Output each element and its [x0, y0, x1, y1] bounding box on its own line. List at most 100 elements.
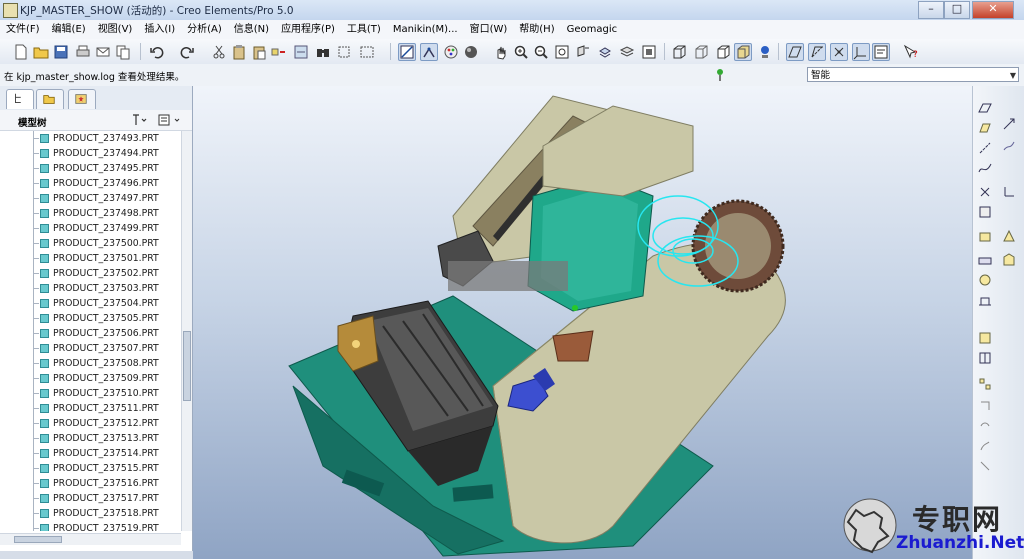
tree-item[interactable]: PRODUCT_237504.PRT: [0, 296, 180, 311]
tree-item[interactable]: PRODUCT_237493.PRT: [0, 131, 180, 146]
paste-special-icon[interactable]: [250, 43, 268, 61]
tree-settings-button[interactable]: [130, 113, 150, 127]
menu-info[interactable]: 信息(N): [228, 20, 275, 39]
tree-item[interactable]: PRODUCT_237510.PRT: [0, 386, 180, 401]
view-manager-icon[interactable]: [640, 43, 658, 61]
zoom-out-icon[interactable]: [532, 43, 550, 61]
draft-icon[interactable]: [977, 330, 993, 346]
select-icon[interactable]: [336, 43, 354, 61]
cut-icon[interactable]: [210, 43, 228, 61]
tab-favorites[interactable]: [68, 89, 96, 109]
hidden-line-icon[interactable]: [692, 43, 710, 61]
paste-icon[interactable]: [230, 43, 248, 61]
extrude-icon[interactable]: [977, 228, 993, 244]
curve-icon[interactable]: [977, 160, 993, 176]
menu-geomagic[interactable]: Geomagic: [561, 20, 624, 39]
tree-item[interactable]: PRODUCT_237513.PRT: [0, 431, 180, 446]
close-button[interactable]: ✕: [972, 1, 1014, 19]
menu-applications[interactable]: 应用程序(P): [275, 20, 341, 39]
tree-item[interactable]: PRODUCT_237516.PRT: [0, 476, 180, 491]
tree-item[interactable]: PRODUCT_237506.PRT: [0, 326, 180, 341]
trim-icon[interactable]: [977, 438, 993, 454]
find-icon[interactable]: [314, 43, 332, 61]
3d-assembly-model[interactable]: [193, 86, 972, 559]
coordinate-system-icon[interactable]: [852, 43, 870, 61]
email-icon[interactable]: [94, 43, 112, 61]
zoom-in-icon[interactable]: [512, 43, 530, 61]
menu-view[interactable]: 视图(V): [92, 20, 139, 39]
tree-item[interactable]: PRODUCT_237511.PRT: [0, 401, 180, 416]
orient-icon[interactable]: [574, 43, 592, 61]
pan-icon[interactable]: [492, 43, 510, 61]
menu-edit[interactable]: 编辑(E): [46, 20, 92, 39]
tree-horizontal-scrollbar[interactable]: [0, 533, 181, 545]
point-icon[interactable]: [977, 184, 993, 200]
menu-file[interactable]: 文件(F): [0, 20, 46, 39]
sketch-curve-icon[interactable]: [1001, 138, 1017, 154]
saved-views-icon[interactable]: [618, 43, 636, 61]
tree-item[interactable]: PRODUCT_237503.PRT: [0, 281, 180, 296]
save-icon[interactable]: [52, 43, 70, 61]
rib-icon[interactable]: [977, 252, 993, 268]
tree-item[interactable]: PRODUCT_237501.PRT: [0, 251, 180, 266]
tree-item[interactable]: PRODUCT_237512.PRT: [0, 416, 180, 431]
enhanced-realism-icon[interactable]: [756, 43, 774, 61]
tree-item[interactable]: PRODUCT_237505.PRT: [0, 311, 180, 326]
tree-item[interactable]: PRODUCT_237515.PRT: [0, 461, 180, 476]
tab-model-tree[interactable]: [6, 89, 34, 109]
shading-icon[interactable]: [734, 43, 752, 61]
tree-columns-button[interactable]: [157, 113, 181, 127]
wireframe-icon[interactable]: [670, 43, 688, 61]
scrollbar-thumb[interactable]: [183, 331, 191, 401]
datum-plane-icon[interactable]: [786, 43, 804, 61]
hole-icon[interactable]: [977, 272, 993, 288]
whats-this-icon[interactable]: ?: [902, 43, 920, 61]
merge-icon[interactable]: [977, 418, 993, 434]
tree-item[interactable]: PRODUCT_237518.PRT: [0, 506, 180, 521]
tree-item[interactable]: PRODUCT_237500.PRT: [0, 236, 180, 251]
datum-point-icon[interactable]: [830, 43, 848, 61]
tree-item[interactable]: PRODUCT_237498.PRT: [0, 206, 180, 221]
menu-insert[interactable]: 插入(I): [138, 20, 181, 39]
new-icon[interactable]: [12, 43, 30, 61]
analysis-icon[interactable]: [977, 204, 993, 220]
menu-window[interactable]: 窗口(W): [464, 20, 514, 39]
select-box-icon[interactable]: [358, 43, 376, 61]
refit-icon[interactable]: [553, 43, 571, 61]
selection-filter-dropdown[interactable]: 智能 ▼: [807, 67, 1019, 82]
pattern-icon[interactable]: [977, 398, 993, 414]
tree-item[interactable]: PRODUCT_237494.PRT: [0, 146, 180, 161]
minimize-button[interactable]: –: [918, 1, 944, 19]
datum-icon[interactable]: [420, 43, 438, 61]
tree-item[interactable]: PRODUCT_237507.PRT: [0, 341, 180, 356]
dim-icon[interactable]: [1001, 116, 1017, 132]
shell-icon[interactable]: [977, 350, 993, 366]
menu-manikin[interactable]: Manikin(M)...: [387, 20, 464, 39]
print-icon[interactable]: [74, 43, 92, 61]
annotation-icon[interactable]: [872, 43, 890, 61]
appearance-icon[interactable]: [442, 43, 460, 61]
sphere-icon[interactable]: [462, 43, 480, 61]
chamfer-icon[interactable]: [977, 292, 993, 308]
datum-plane-tool-icon[interactable]: [977, 120, 993, 136]
sketch-icon[interactable]: [398, 43, 416, 61]
datum-axis-icon[interactable]: [808, 43, 826, 61]
offset-icon[interactable]: [977, 458, 993, 474]
tree-item[interactable]: PRODUCT_237502.PRT: [0, 266, 180, 281]
mirror-icon[interactable]: [977, 376, 993, 392]
tree-item[interactable]: PRODUCT_237509.PRT: [0, 371, 180, 386]
redo-icon[interactable]: [178, 43, 196, 61]
regenerate-manager-icon[interactable]: [292, 43, 310, 61]
axis-icon[interactable]: [977, 140, 993, 156]
copy-icon[interactable]: [114, 43, 132, 61]
open-icon[interactable]: [32, 43, 50, 61]
menu-analysis[interactable]: 分析(A): [181, 20, 228, 39]
tree-item[interactable]: PRODUCT_237519.PRT: [0, 521, 180, 531]
tree-item[interactable]: PRODUCT_237499.PRT: [0, 221, 180, 236]
round-icon[interactable]: [1001, 252, 1017, 268]
tree-item[interactable]: PRODUCT_237508.PRT: [0, 356, 180, 371]
maximize-button[interactable]: □: [944, 1, 970, 19]
plane-icon[interactable]: [977, 100, 993, 116]
undo-icon[interactable]: [148, 43, 166, 61]
tab-folder-browser[interactable]: [36, 89, 64, 109]
